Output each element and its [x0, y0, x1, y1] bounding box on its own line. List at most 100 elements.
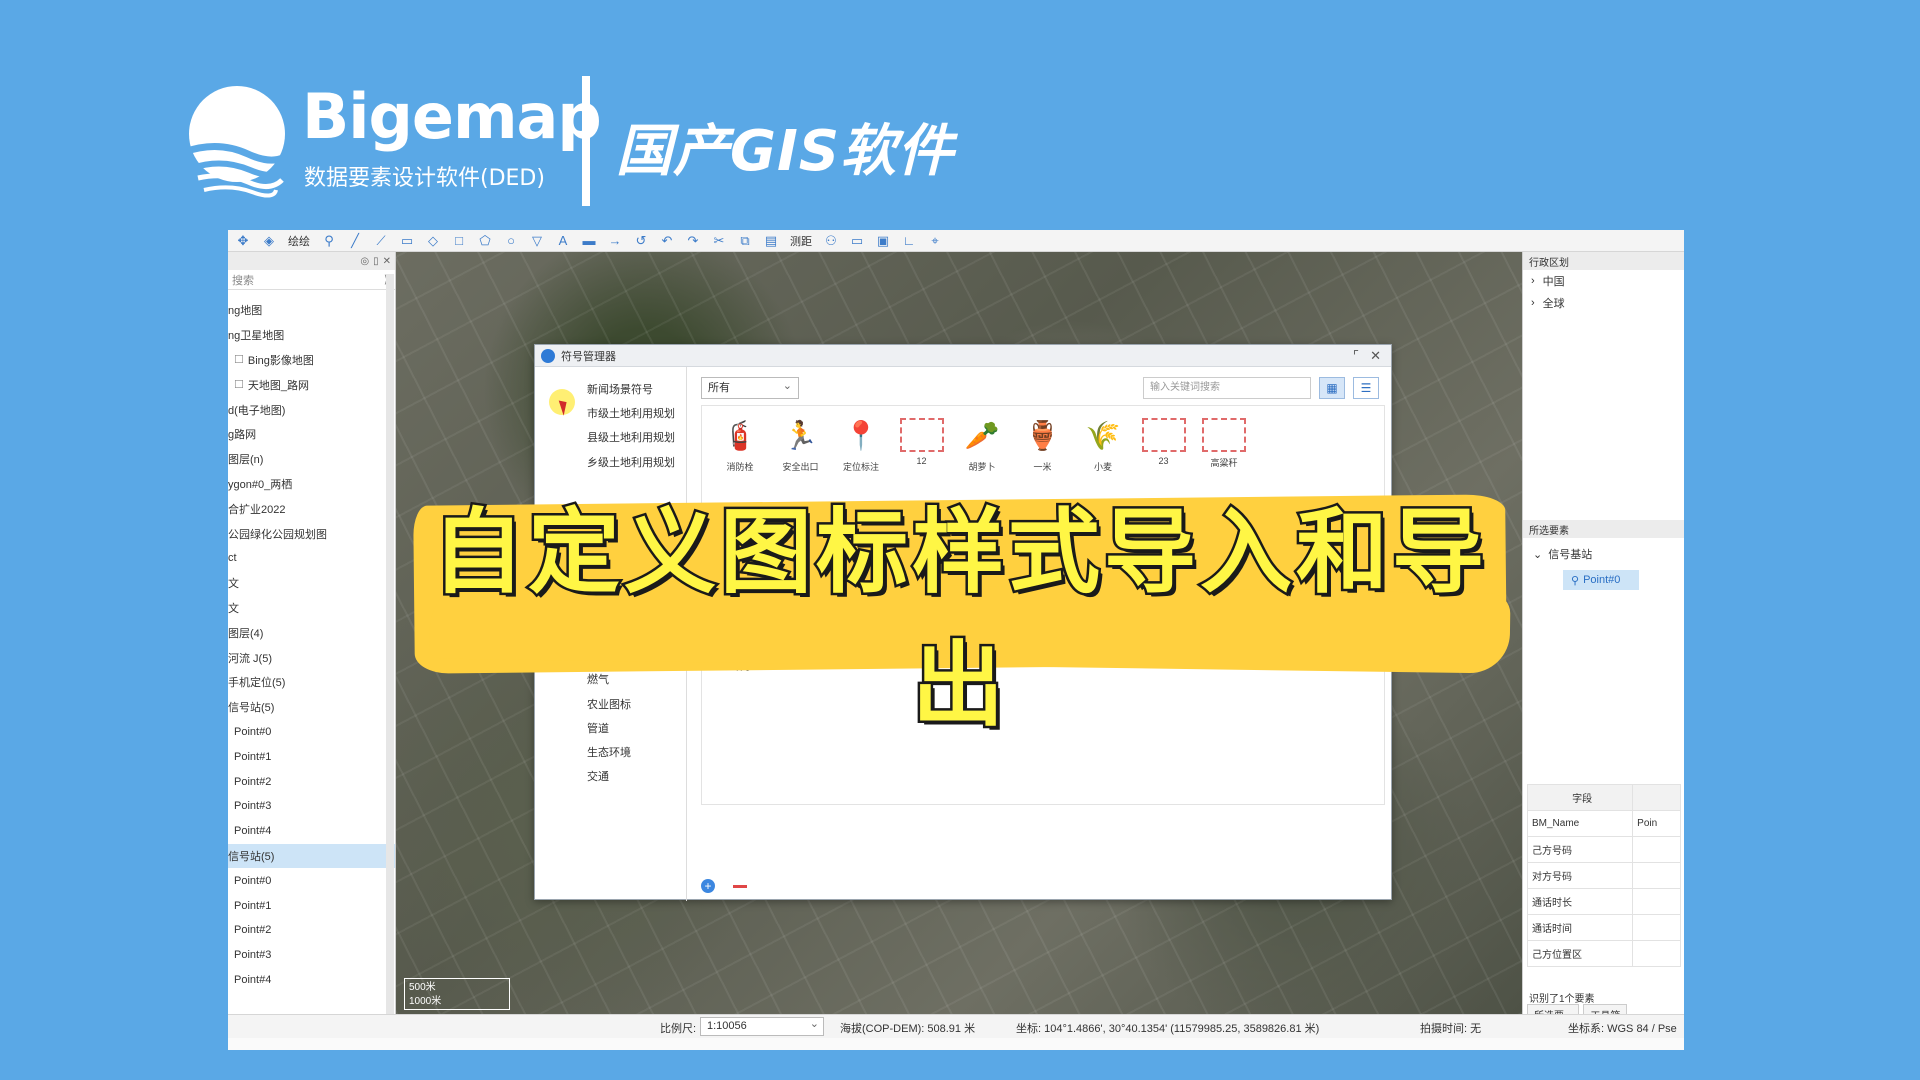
toolbar-label-draw[interactable]: 绘绘 — [284, 233, 314, 249]
layer-item[interactable]: Point#1 — [228, 893, 395, 918]
region-item-china[interactable]: › 中国 — [1523, 270, 1684, 292]
close-icon[interactable]: ✕ — [1370, 348, 1381, 364]
bigemap-logo-icon — [182, 86, 296, 198]
arrow-icon[interactable]: → — [604, 231, 626, 251]
layer-checkbox-icon[interactable]: ☐ — [234, 353, 244, 366]
locate-icon[interactable]: ◎ — [360, 256, 369, 267]
add-symbol-button[interactable]: + — [701, 879, 715, 893]
category-filter-select[interactable]: 所有 — [701, 376, 799, 399]
layer-item[interactable]: Point#1 — [228, 744, 395, 769]
layer-item[interactable]: 图层(n) — [228, 447, 395, 472]
layer-item[interactable]: ☐ 天地图_路网 — [228, 372, 395, 397]
symbol-category-item[interactable]: 交通 — [587, 768, 609, 784]
symbol-item[interactable]: 🏺 一米 — [1011, 414, 1075, 473]
pin-icon[interactable]: ▯ — [373, 256, 379, 267]
layers-icon[interactable]: ◈ — [258, 231, 280, 251]
polyline-icon[interactable]: ⟋ — [370, 231, 392, 251]
area-icon[interactable]: ▣ — [872, 231, 894, 251]
layer-item[interactable]: ng地图 — [228, 298, 395, 323]
selection-point[interactable]: ⚲ Point#0 — [1563, 570, 1639, 590]
layer-item[interactable]: Point#4 — [228, 968, 395, 993]
close-icon[interactable]: ✕ — [383, 256, 391, 267]
symbol-item[interactable]: 🧯 消防栓 — [708, 414, 772, 473]
layer-item[interactable]: 文 — [228, 571, 395, 596]
pentagon-icon[interactable]: ⬠ — [474, 231, 496, 251]
brand-subtitle: 数据要素设计软件(DED) — [304, 166, 545, 191]
symbol-category-item[interactable]: 乡级土地利用规划 — [587, 454, 675, 470]
symbol-item[interactable]: 🏃 安全出口 — [769, 414, 833, 473]
grid-view-icon[interactable]: ▦ — [1319, 377, 1345, 399]
paste-icon[interactable]: ▤ — [760, 231, 782, 251]
pan-icon[interactable]: ✥ — [232, 231, 254, 251]
line-icon[interactable]: ╱ — [344, 231, 366, 251]
symbol-item[interactable]: 23 — [1132, 414, 1196, 466]
angle-icon[interactable]: ∟ — [898, 231, 920, 251]
layer-search[interactable]: 搜索 ⟩| — [228, 270, 395, 290]
layer-item[interactable]: Point#3 — [228, 794, 395, 819]
layer-item[interactable]: Point#0 — [228, 868, 395, 893]
triangle-icon[interactable]: ▽ — [526, 231, 548, 251]
layer-item[interactable]: 信号站(5) — [228, 843, 395, 869]
layer-item[interactable]: g路网 — [228, 422, 395, 447]
ruler-icon[interactable]: ▭ — [846, 231, 868, 251]
layer-item[interactable]: 手机定位(5) — [228, 670, 395, 695]
layer-item[interactable]: 图层(4) — [228, 620, 395, 645]
comment-icon[interactable]: ▬ — [578, 231, 600, 251]
symbol-category-item[interactable]: 市级土地利用规划 — [587, 405, 675, 421]
layer-item[interactable]: 公园绿化公园规划图 — [228, 521, 395, 546]
layer-item[interactable]: 文 — [228, 596, 395, 621]
symbol-item[interactable]: 高粱秆 — [1192, 414, 1256, 469]
copy-icon[interactable]: ⧉ — [734, 231, 756, 251]
layer-item[interactable]: Point#0 — [228, 720, 395, 745]
maximize-icon[interactable]: ⌜ — [1353, 348, 1359, 364]
layer-item[interactable]: 合扩业2022 — [228, 496, 395, 521]
layer-item[interactable]: d(电子地图) — [228, 397, 395, 422]
compass-icon[interactable]: ⌖ — [924, 231, 946, 251]
toolbar-label-measure[interactable]: 测距 — [786, 233, 816, 249]
rectangle-icon[interactable]: ▭ — [396, 231, 418, 251]
layer-item[interactable]: ng卫星地图 — [228, 323, 395, 348]
symbol-category-item[interactable]: 生态环境 — [587, 744, 631, 760]
symbol-item[interactable]: 12 — [890, 414, 954, 466]
lasso-icon[interactable]: ↺ — [630, 231, 652, 251]
symbol-item[interactable]: 🥕 胡萝卜 — [950, 414, 1014, 473]
selection-group[interactable]: ⌄ 信号基站 — [1533, 546, 1592, 562]
layer-item[interactable]: ☐ Bing影像地图 — [228, 348, 395, 373]
layer-item[interactable]: Point#2 — [228, 918, 395, 943]
symbol-category-item[interactable]: 县级土地利用规划 — [587, 429, 675, 445]
list-view-icon[interactable]: ☰ — [1353, 377, 1379, 399]
scale-select[interactable]: 1:10056 — [700, 1016, 824, 1036]
layer-checkbox-icon[interactable]: ☐ — [234, 378, 244, 391]
symbol-category-item[interactable]: 新闻场景符号 — [587, 381, 653, 397]
layer-item[interactable]: Point#4 — [228, 819, 395, 844]
redo-icon[interactable]: ↷ — [682, 231, 704, 251]
square-icon[interactable]: □ — [448, 231, 470, 251]
selection-header: 所选要素 — [1523, 520, 1684, 538]
layer-item[interactable]: Point#3 — [228, 943, 395, 968]
layer-item[interactable]: ct — [228, 546, 395, 571]
collapse-icon[interactable]: ⌄ — [1533, 548, 1542, 561]
symbol-item[interactable]: 🌾 小麦 — [1071, 414, 1135, 473]
layer-item[interactable]: 信号站(5) — [228, 695, 395, 720]
main-toolbar: ✥ ◈ 绘绘 ⚲ ╱ ⟋ ▭ ◇ □ ⬠ ○ ▽ A ▬ → ↺ ↶ ↷ ✂ ⧉… — [228, 230, 1684, 252]
layer-scrollbar[interactable] — [386, 274, 394, 1014]
remove-symbol-button[interactable] — [733, 884, 747, 888]
cut-icon[interactable]: ✂ — [708, 231, 730, 251]
layer-item[interactable]: ygon#0_两栖 — [228, 472, 395, 497]
symbol-search-input[interactable]: 输入关键词搜索 — [1143, 377, 1311, 399]
point-icon[interactable]: ⚲ — [318, 231, 340, 251]
circle-icon[interactable]: ○ — [500, 231, 522, 251]
coordinate-text: 坐标: 104°1.4866', 30°40.1354' (11579985.2… — [1016, 1023, 1320, 1035]
undo-icon[interactable]: ↶ — [656, 231, 678, 251]
diamond-icon[interactable]: ◇ — [422, 231, 444, 251]
layer-item-label: Bing影像地图 — [247, 354, 314, 367]
layer-item[interactable]: Point#2 — [228, 769, 395, 794]
symbol-item[interactable]: 📍 定位标注 — [829, 414, 893, 473]
person-icon[interactable]: ⚇ — [820, 231, 842, 251]
text-icon[interactable]: A — [552, 231, 574, 251]
dialog-actions: + — [701, 879, 747, 893]
expand-icon[interactable]: › — [1531, 275, 1535, 287]
expand-icon[interactable]: › — [1531, 297, 1535, 309]
region-item-world[interactable]: › 全球 — [1523, 292, 1684, 314]
layer-item[interactable]: 河流 J(5) — [228, 645, 395, 670]
